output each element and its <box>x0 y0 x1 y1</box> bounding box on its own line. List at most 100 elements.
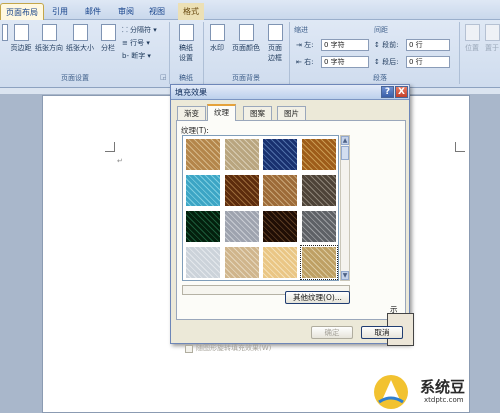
dialog-launcher-icon[interactable]: ◲ <box>160 73 167 81</box>
tab-pattern[interactable]: 图案 <box>243 106 272 120</box>
group-separator <box>289 22 290 84</box>
spacing-after-input[interactable]: 0 行 <box>406 56 450 68</box>
watermark-brand: 系统豆 <box>420 378 466 396</box>
spacing-title: 间距 <box>374 26 388 34</box>
page-borders-button[interactable]: 页面边框 <box>264 24 286 63</box>
spacing-before-input[interactable]: 0 行 <box>406 39 450 51</box>
watermark-site: xtdptc.com <box>424 396 464 404</box>
fill-effects-dialog: 填充效果 ? X 渐变 纹理 图案 图片 纹理(T): ▲ ▼ 其他纹理(O).… <box>170 84 414 353</box>
tab-format[interactable]: 格式 <box>178 3 204 20</box>
bring-front-label: 置于 <box>485 44 499 52</box>
margin-corner-mark <box>455 142 465 152</box>
indent-right-label: ⇤ 右: <box>296 58 314 66</box>
margins-label: 页边距 <box>10 44 32 52</box>
rotate-with-shape-label: 随图形旋转填充效果(W) <box>196 344 272 352</box>
group-draft: 稿纸 <box>179 74 193 82</box>
texture-swatch[interactable] <box>300 174 337 207</box>
texture-swatch[interactable] <box>185 138 221 171</box>
ok-button[interactable]: 确定 <box>311 326 353 339</box>
rotate-with-shape-checkbox[interactable] <box>185 345 193 353</box>
position-icon <box>464 24 480 41</box>
page-color-icon <box>238 24 254 41</box>
page-borders-label: 页面边框 <box>268 44 282 62</box>
dialog-title: 填充效果 <box>175 88 207 97</box>
texture-grid <box>182 135 339 281</box>
tab-texture[interactable]: 纹理 <box>207 104 236 121</box>
draft-settings-button[interactable]: 稿纸设置 <box>173 24 199 63</box>
margin-corner-mark <box>105 142 115 152</box>
spacing-after-label: ↕ 段后: <box>374 58 399 66</box>
texture-swatch[interactable] <box>262 246 298 279</box>
line-numbers-button[interactable]: ≡ 行号 ▾ <box>122 38 150 48</box>
texture-scrollbar[interactable]: ▲ ▼ <box>340 135 350 281</box>
tab-gradient[interactable]: 渐变 <box>177 106 206 120</box>
size-button[interactable]: 纸张大小 <box>64 24 96 53</box>
group-separator <box>203 22 204 84</box>
tab-review[interactable]: 审阅 <box>113 3 139 20</box>
texture-swatch[interactable] <box>262 174 298 207</box>
tab-view[interactable]: 视图 <box>144 3 170 20</box>
ribbon: 页面布局 引用 邮件 审阅 视图 格式 页边距 纸张方向 纸张大小 分栏 ⸬ 分… <box>0 0 500 88</box>
spacing-after-text: 段后: <box>382 58 399 66</box>
columns-icon <box>100 24 116 41</box>
columns-label: 分栏 <box>101 44 115 52</box>
texture-swatch[interactable] <box>223 210 260 243</box>
draft-paper-icon <box>178 24 194 41</box>
indent-right-text: 右: <box>304 58 314 66</box>
hyphenation-button[interactable]: b‐ 断字 ▾ <box>122 51 151 61</box>
group-paragraph: 段落 <box>373 74 387 82</box>
group-page-background: 页面背景 <box>232 74 260 82</box>
texture-swatch[interactable] <box>185 210 221 243</box>
paragraph-mark: ↵ <box>117 157 123 165</box>
indent-left-text: 左: <box>304 41 314 49</box>
bring-front-button[interactable]: 置于 <box>484 24 500 53</box>
tab-page-layout[interactable]: 页面布局 <box>0 3 44 20</box>
group-page-setup: 页面设置 <box>61 74 89 82</box>
hyphenation-label: 断字 <box>131 52 146 60</box>
breaks-label: 分隔符 <box>130 26 152 34</box>
watermark-icon <box>209 24 225 41</box>
position-button[interactable]: 位置 <box>463 24 481 53</box>
texture-swatch[interactable] <box>185 174 221 207</box>
texture-swatch[interactable] <box>299 245 338 280</box>
indent-left-input[interactable]: 0 字符 <box>321 39 369 51</box>
texture-swatch[interactable] <box>223 174 260 207</box>
group-separator <box>459 22 460 84</box>
scroll-down-icon[interactable]: ▼ <box>341 271 349 280</box>
orientation-icon <box>41 24 57 41</box>
page-color-label: 页面颜色 <box>232 44 260 52</box>
page-color-button[interactable]: 页面颜色 <box>229 24 263 53</box>
bring-front-icon <box>484 24 500 41</box>
indent-right-input[interactable]: 0 字符 <box>321 56 369 68</box>
indent-left-label: ⇥ 左: <box>296 41 314 49</box>
other-texture-button[interactable]: 其他纹理(O)... <box>285 291 350 304</box>
ribbon-tab-bar: 页面布局 引用 邮件 审阅 视图 格式 <box>0 0 500 20</box>
page-borders-icon <box>267 24 283 41</box>
close-button[interactable]: X <box>395 86 408 98</box>
tab-references[interactable]: 引用 <box>47 3 73 20</box>
watermark-label: 水印 <box>210 44 224 52</box>
size-label: 纸张大小 <box>66 44 94 52</box>
scroll-up-icon[interactable]: ▲ <box>341 136 349 145</box>
dialog-titlebar[interactable]: 填充效果 ? X <box>171 85 409 100</box>
indent-title: 缩进 <box>294 26 308 34</box>
texture-swatch[interactable] <box>262 138 298 171</box>
texture-swatch[interactable] <box>300 138 337 171</box>
texture-swatch[interactable] <box>223 246 260 279</box>
cancel-button[interactable]: 取消 <box>361 326 403 339</box>
texture-swatch[interactable] <box>300 210 337 243</box>
texture-swatch[interactable] <box>185 246 221 279</box>
breaks-button[interactable]: ⸬ 分隔符 ▾ <box>122 25 157 35</box>
texture-swatch[interactable] <box>262 210 298 243</box>
tab-mailings[interactable]: 邮件 <box>80 3 106 20</box>
spacing-before-label: ↕ 段前: <box>374 41 399 49</box>
watermark-button[interactable]: 水印 <box>207 24 227 53</box>
help-button[interactable]: ? <box>381 86 394 98</box>
texture-panel: 纹理(T): ▲ ▼ 其他纹理(O)... 示例: 随图形旋转填充效果(W) <box>176 120 414 353</box>
orientation-button[interactable]: 纸张方向 <box>34 24 64 53</box>
scroll-thumb[interactable] <box>341 146 349 160</box>
tab-picture[interactable]: 图片 <box>277 106 306 120</box>
columns-button[interactable]: 分栏 <box>97 24 119 53</box>
texture-swatch[interactable] <box>223 138 260 171</box>
margins-button[interactable]: 页边距 <box>8 24 34 53</box>
